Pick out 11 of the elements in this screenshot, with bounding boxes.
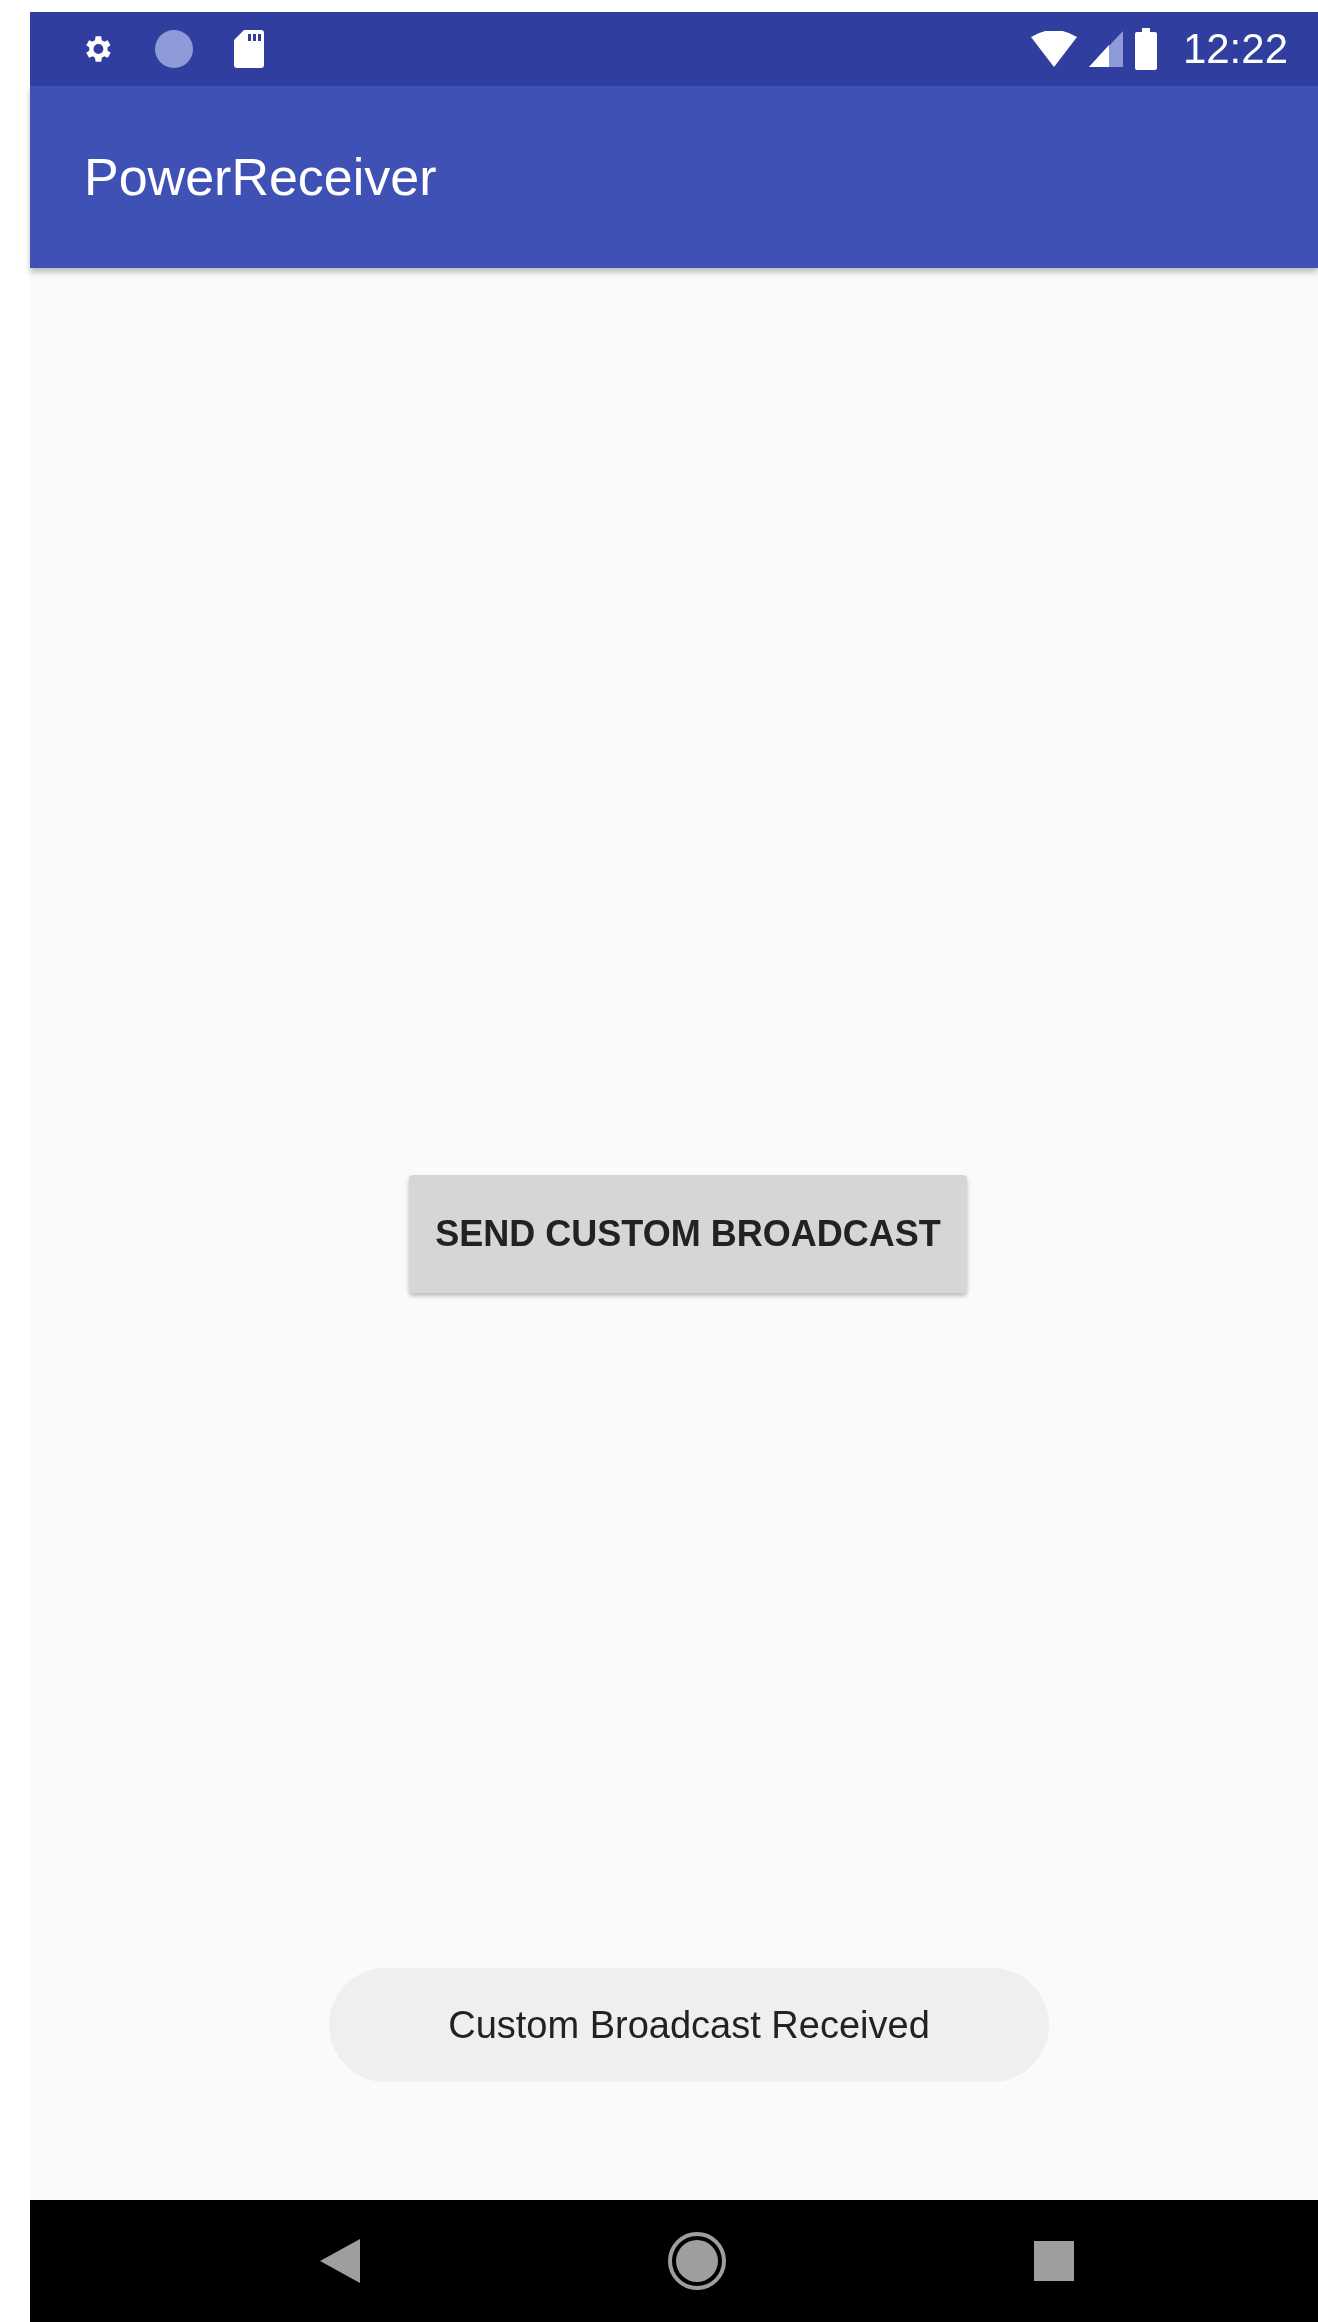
battery-icon [1134, 28, 1157, 70]
toast-message: Custom Broadcast Received [329, 1968, 1049, 2082]
signal-icon [1088, 31, 1123, 67]
status-time: 12:22 [1182, 25, 1288, 73]
wifi-icon [1030, 31, 1077, 67]
circle-icon [154, 29, 194, 69]
send-broadcast-button[interactable]: SEND CUSTOM BROADCAST [409, 1175, 967, 1293]
home-icon[interactable] [667, 2231, 727, 2291]
back-icon[interactable] [320, 2239, 360, 2283]
sd-card-icon [234, 30, 264, 68]
app-title: PowerReceiver [84, 147, 437, 207]
